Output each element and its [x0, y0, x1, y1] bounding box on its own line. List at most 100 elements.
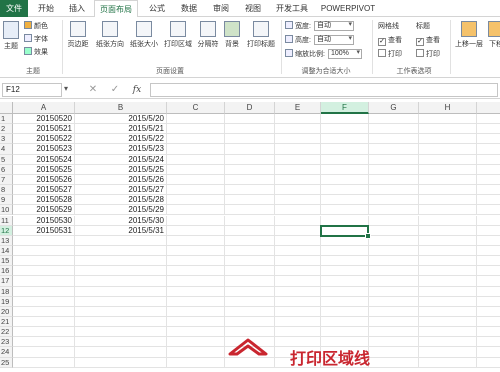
cell[interactable] — [419, 347, 477, 358]
cell[interactable]: 20150523 — [13, 144, 75, 155]
theme-colors-button[interactable]: 颜色 — [24, 21, 48, 32]
cell[interactable] — [369, 134, 419, 145]
theme-fonts-button[interactable]: 字体 — [24, 34, 48, 45]
cell[interactable] — [275, 164, 321, 175]
cell[interactable] — [167, 134, 225, 145]
cell[interactable] — [225, 357, 275, 368]
row-header[interactable]: 15 — [0, 256, 13, 267]
cell[interactable]: 2015/5/29 — [75, 205, 167, 216]
cell[interactable] — [369, 276, 419, 287]
cell[interactable] — [167, 327, 225, 338]
cell[interactable] — [75, 266, 167, 277]
cell[interactable] — [369, 174, 419, 186]
cell[interactable]: 2015/5/23 — [75, 144, 167, 155]
cell[interactable] — [419, 124, 477, 135]
send-backward-button[interactable]: 下移 — [486, 21, 500, 49]
column-header[interactable]: B — [75, 102, 167, 114]
tab-home[interactable]: 开始 — [33, 0, 59, 17]
column-header[interactable]: E — [275, 102, 321, 114]
cell[interactable] — [477, 226, 500, 236]
cell[interactable] — [321, 164, 369, 175]
cell[interactable] — [275, 235, 321, 246]
select-all-corner[interactable] — [0, 102, 13, 114]
tab-insert[interactable]: 插入 — [64, 0, 90, 17]
cell[interactable] — [275, 134, 321, 145]
cell[interactable] — [225, 174, 275, 186]
cell[interactable] — [419, 225, 477, 236]
cell[interactable] — [75, 245, 167, 257]
row-header[interactable]: 4 — [0, 144, 13, 155]
cell[interactable] — [321, 195, 369, 206]
gridlines-print-checkbox[interactable]: 打印 — [378, 49, 402, 60]
cell[interactable] — [225, 114, 275, 125]
cell[interactable] — [321, 114, 369, 125]
column-header[interactable]: G — [369, 102, 419, 114]
cell[interactable] — [321, 276, 369, 287]
cell[interactable] — [321, 266, 369, 277]
cell[interactable] — [167, 306, 225, 317]
cell[interactable] — [275, 317, 321, 328]
row-header[interactable]: 5 — [0, 154, 13, 165]
cell[interactable] — [369, 327, 419, 338]
row-header[interactable]: 13 — [0, 235, 13, 246]
row-header[interactable]: 23 — [0, 337, 13, 348]
cell[interactable] — [419, 114, 477, 125]
tab-review[interactable]: 审阅 — [208, 0, 234, 17]
cell[interactable]: 2015/5/26 — [75, 174, 167, 186]
print-titles-button[interactable]: 打印标题 — [244, 21, 278, 49]
cell[interactable] — [225, 134, 275, 145]
row-header[interactable]: 20 — [0, 306, 13, 317]
cell[interactable] — [75, 347, 167, 358]
cell[interactable] — [369, 235, 419, 246]
row-header[interactable]: 16 — [0, 266, 13, 277]
cell[interactable] — [419, 245, 477, 257]
cell[interactable] — [419, 215, 477, 226]
cell[interactable] — [13, 286, 75, 297]
margins-button[interactable]: 页边距 — [64, 21, 92, 49]
cell[interactable]: 20150529 — [13, 205, 75, 216]
cell[interactable] — [225, 296, 275, 307]
cell[interactable] — [321, 144, 369, 155]
cell[interactable] — [321, 327, 369, 338]
cell[interactable] — [419, 174, 477, 186]
cell[interactable]: 20150531 — [13, 225, 75, 236]
cell[interactable] — [167, 347, 225, 358]
cell[interactable] — [13, 327, 75, 338]
cell[interactable] — [419, 286, 477, 297]
cell[interactable] — [477, 124, 500, 135]
cell[interactable]: 20150527 — [13, 185, 75, 196]
paper-size-button[interactable]: 纸张大小 — [127, 21, 161, 49]
cell[interactable] — [275, 327, 321, 338]
cell[interactable] — [419, 266, 477, 277]
cell[interactable] — [75, 296, 167, 307]
row-header[interactable]: 11 — [0, 215, 13, 226]
cell[interactable] — [321, 154, 369, 165]
cell[interactable] — [75, 306, 167, 317]
cell[interactable] — [167, 205, 225, 216]
cell[interactable] — [75, 337, 167, 348]
cell[interactable] — [477, 307, 500, 317]
cell[interactable] — [167, 357, 225, 368]
cell[interactable] — [75, 357, 167, 368]
cell[interactable] — [369, 164, 419, 175]
cell[interactable] — [13, 256, 75, 267]
cell[interactable] — [167, 296, 225, 307]
insert-function-icon[interactable]: fx — [130, 83, 144, 97]
cell[interactable] — [419, 164, 477, 175]
breaks-button[interactable]: 分隔符 — [194, 21, 222, 49]
cell[interactable] — [369, 286, 419, 297]
cell[interactable] — [13, 235, 75, 246]
cell[interactable] — [321, 286, 369, 297]
cell[interactable] — [369, 296, 419, 307]
cell[interactable] — [275, 215, 321, 226]
orientation-button[interactable]: 纸张方向 — [93, 21, 127, 49]
cell[interactable] — [477, 155, 500, 165]
column-header[interactable]: A — [13, 102, 75, 114]
cell[interactable] — [167, 195, 225, 206]
cell[interactable] — [477, 216, 500, 226]
row-header[interactable]: 2 — [0, 124, 13, 135]
scale-spinner[interactable]: 100% — [327, 49, 362, 60]
cell[interactable] — [167, 276, 225, 287]
cell[interactable] — [13, 317, 75, 328]
cell[interactable] — [321, 256, 369, 267]
